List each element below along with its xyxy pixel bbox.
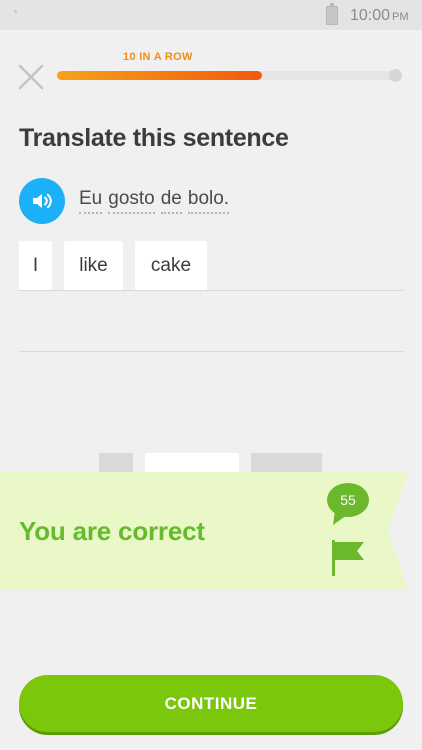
source-sentence: Eu gosto de bolo. <box>79 188 230 214</box>
notification-dot <box>14 10 17 13</box>
source-word[interactable]: de <box>160 188 182 214</box>
clock-time: 10:00 <box>350 7 391 24</box>
page-title: Translate this sentence <box>19 124 289 152</box>
source-word[interactable]: bolo. <box>187 188 230 214</box>
close-icon[interactable] <box>17 63 45 91</box>
answer-line <box>19 351 403 352</box>
result-message: You are correct <box>19 516 205 546</box>
discussion-count: 55 <box>340 491 356 508</box>
progress-fill <box>57 71 262 80</box>
result-banner: You are correct 55 <box>0 472 422 590</box>
answer-chip[interactable]: I <box>19 241 52 291</box>
progress-end-dot <box>389 69 402 82</box>
source-word[interactable]: gosto <box>108 188 155 214</box>
answer-line <box>19 290 403 291</box>
status-bar: 10:00 PM <box>0 0 422 30</box>
speaker-icon <box>33 193 52 209</box>
lesson-progress-bar <box>57 69 402 82</box>
streak-label: 10 IN A ROW <box>123 51 193 63</box>
clock-ampm: PM <box>392 11 409 23</box>
speaker-button[interactable] <box>19 178 65 224</box>
answer-chip[interactable]: cake <box>135 241 207 291</box>
flag-icon[interactable] <box>330 538 368 578</box>
source-word[interactable]: Eu <box>79 188 103 214</box>
battery-icon <box>326 3 338 25</box>
status-clock: 10:00 PM <box>350 7 409 25</box>
continue-button[interactable]: CONTINUE <box>19 675 403 732</box>
answer-chip[interactable]: like <box>64 241 123 291</box>
discussion-button[interactable]: 55 <box>327 483 371 527</box>
